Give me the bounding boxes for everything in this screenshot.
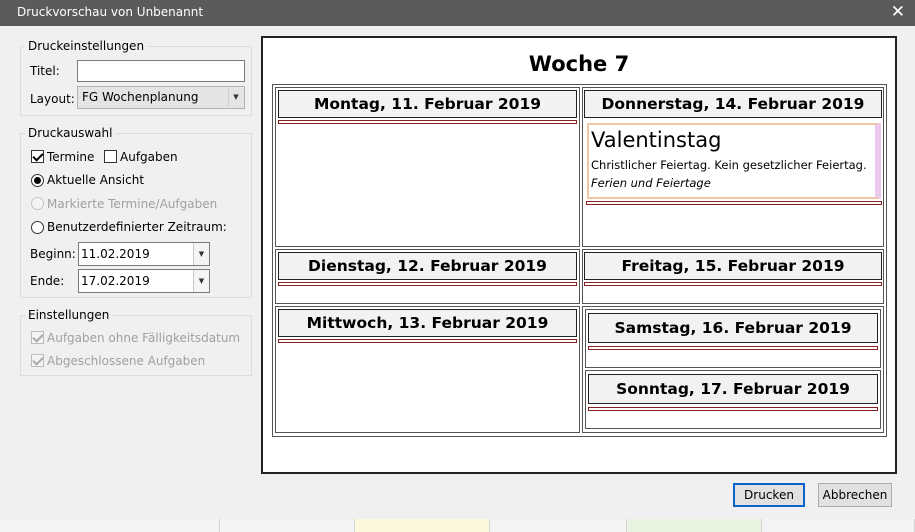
background-strip [762,519,915,532]
cancel-button[interactable]: Abbrechen [818,483,892,507]
layout-select-value: FG Wochenplanung [82,90,199,104]
termine-label[interactable]: Termine [47,150,94,164]
background-strip [0,519,220,532]
background-strip [355,519,490,532]
background-strip [627,519,762,532]
print-settings-legend: Druckeinstellungen [25,39,148,53]
end-date-picker[interactable]: 17.02.2019 ▼ [78,269,210,293]
print-selection-legend: Druckauswahl [25,126,116,140]
week-title: Woche 7 [528,52,630,76]
day-header-tuesday: Dienstag, 12. Februar 2019 [278,252,577,280]
title-bar: Druckvorschau von Unbenannt ✕ [0,0,915,26]
day-header-wednesday: Mittwoch, 13. Februar 2019 [278,309,577,337]
aufgaben-checkbox[interactable] [104,150,117,163]
completed-tasks-checkbox [31,354,44,367]
completed-tasks-label: Abgeschlossene Aufgaben [47,354,206,368]
title-input[interactable] [77,60,245,82]
week-calendar: Montag, 11. Februar 2019 Donnerstag, 14.… [272,84,887,437]
day-header-sunday: Sonntag, 17. Februar 2019 [588,374,878,404]
options-legend: Einstellungen [25,308,113,322]
layout-label: Layout: [30,92,75,106]
day-cell-friday: Freitag, 15. Februar 2019 [582,249,884,304]
event-title: Valentinstag [591,128,722,152]
weekend-cell: Samstag, 16. Februar 2019 Sonntag, 17. F… [582,306,884,433]
begin-date-picker[interactable]: 11.02.2019 ▼ [78,242,210,266]
layout-select[interactable]: FG Wochenplanung ▼ [77,86,245,109]
day-cell-tuesday: Dienstag, 12. Februar 2019 [275,249,580,304]
aufgaben-label[interactable]: Aufgaben [120,150,178,164]
day-bar [278,339,577,343]
close-icon[interactable]: ✕ [891,2,905,22]
print-button[interactable]: Drucken [733,483,805,507]
day-cell-wednesday: Mittwoch, 13. Februar 2019 [275,306,580,433]
day-cell-sunday: Sonntag, 17. Februar 2019 [585,370,881,429]
window-title: Druckvorschau von Unbenannt [17,5,204,19]
background-strip [490,519,627,532]
current-view-radio[interactable] [31,174,44,187]
termine-checkbox[interactable] [31,150,44,163]
day-bar [278,282,577,286]
day-bar [588,407,878,411]
custom-range-label[interactable]: Benutzerdefinierter Zeitraum: [47,220,227,234]
chevron-down-icon[interactable]: ▼ [228,88,243,107]
day-bar [584,282,882,286]
day-header-saturday: Samstag, 16. Februar 2019 [588,313,878,343]
day-header-monday: Montag, 11. Februar 2019 [278,90,577,118]
background-strip [220,519,355,532]
print-preview: Woche 7 Montag, 11. Februar 2019 Donners… [261,36,897,474]
end-label: Ende: [30,274,65,288]
no-due-date-checkbox [31,331,44,344]
chevron-down-icon[interactable]: ▼ [193,243,209,265]
begin-date-value: 11.02.2019 [81,247,150,261]
marked-items-label: Markierte Termine/Aufgaben [47,197,218,211]
event-description: Christlicher Feiertag. Kein gesetzlicher… [591,158,867,172]
day-bar [278,120,577,124]
no-due-date-label: Aufgaben ohne Fälligkeitsdatum [47,331,241,345]
day-header-friday: Freitag, 15. Februar 2019 [584,252,882,280]
event-valentinstag[interactable]: Valentinstag Christlicher Feiertag. Kein… [587,123,881,199]
chevron-down-icon[interactable]: ▼ [193,270,209,292]
day-cell-monday: Montag, 11. Februar 2019 [275,87,580,247]
marked-items-radio [31,197,44,210]
day-cell-saturday: Samstag, 16. Februar 2019 [585,309,881,368]
begin-label: Beginn: [30,247,76,261]
day-cell-thursday: Donnerstag, 14. Februar 2019 Valentinsta… [582,87,884,247]
title-label: Titel: [30,64,60,78]
end-date-value: 17.02.2019 [81,274,150,288]
day-bar [586,201,882,205]
current-view-label[interactable]: Aktuelle Ansicht [47,173,144,187]
custom-range-radio[interactable] [31,221,44,234]
day-header-thursday: Donnerstag, 14. Februar 2019 [584,90,882,118]
event-category: Ferien und Feiertage [591,176,711,190]
day-bar [588,346,878,350]
